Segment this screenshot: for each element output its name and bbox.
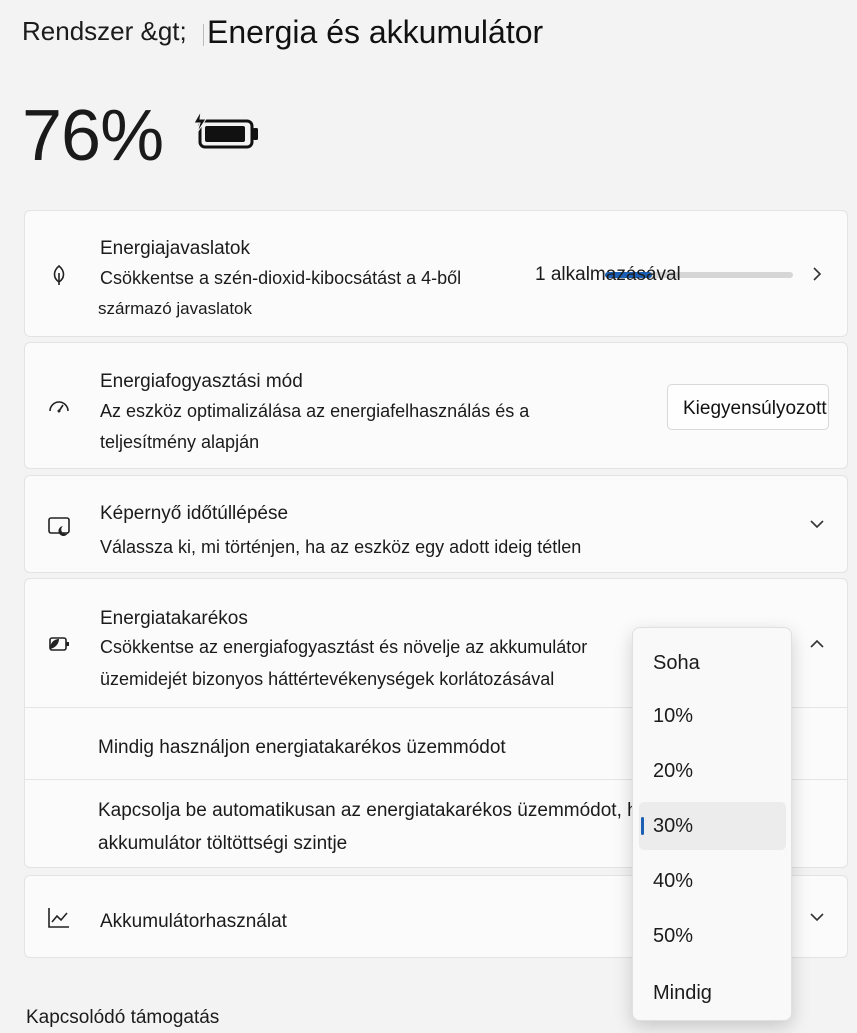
power-mode-title: Energiafogyasztási mód <box>100 371 303 392</box>
battery-saver-icon <box>49 637 69 651</box>
card-power-mode: Energiafogyasztási mód Az eszköz optimal… <box>24 342 848 469</box>
gauge-icon <box>49 401 69 413</box>
option-soha[interactable]: Soha <box>653 652 700 675</box>
chart-icon <box>48 908 69 928</box>
title-separator <box>203 24 204 46</box>
selected-option-indicator <box>641 817 644 835</box>
saver-auto-label-2: akkumulátor töltöttségi szintje <box>98 833 348 854</box>
saver-always-label: Mindig használjon energiatakarékos üzemm… <box>98 737 506 758</box>
saver-desc-1: Csökkentse az energiafogyasztást és növe… <box>100 637 588 657</box>
card-screen-timeout[interactable]: Képernyő időtúllépése Válassza ki, mi tö… <box>24 475 848 573</box>
screen-timeout-title: Képernyő időtúllépése <box>100 503 289 524</box>
recommendations-desc-1: Csökkentse a szén-dioxid-kibocsátást a 4… <box>100 268 462 288</box>
saver-desc-2: üzemidejét bizonyos háttértevékenységek … <box>100 669 555 689</box>
power-mode-desc-1: Az eszköz optimalizálása az energiafelha… <box>100 401 530 421</box>
option-mindig[interactable]: Mindig <box>653 982 712 1005</box>
option-40[interactable]: 40% <box>653 870 693 893</box>
recommendations-desc-2: származó javaslatok <box>98 299 253 318</box>
breadcrumb[interactable]: Rendszer &gt; <box>22 16 187 47</box>
leaf-icon <box>53 264 65 285</box>
recommendations-progress-label: 1 alkalmazásával <box>535 264 681 285</box>
power-mode-desc-2: teljesítmény alapján <box>100 432 260 452</box>
card-recommendations[interactable]: Energiajavaslatok Csökkentse a szén-diox… <box>24 210 848 337</box>
saver-auto-label-1: Kapcsolja be automatikusan az energiatak… <box>98 800 674 821</box>
screen-sleep-icon <box>48 517 70 536</box>
chevron-down-icon[interactable] <box>809 909 825 925</box>
option-20[interactable]: 20% <box>653 760 693 783</box>
screen-timeout-desc: Válassza ki, mi történjen, ha az eszköz … <box>100 537 582 557</box>
usage-title: Akkumulátorhasználat <box>100 911 287 932</box>
battery-level-dropdown: Soha 10% 20% 30% 40% 50% Mindig <box>632 627 792 1021</box>
chevron-down-icon[interactable] <box>809 516 825 532</box>
related-support-heading: Kapcsolódó támogatás <box>26 1007 220 1028</box>
power-mode-dropdown[interactable]: Kiegyensúlyozott <box>667 384 829 430</box>
option-10[interactable]: 10% <box>653 705 693 728</box>
battery-percentage: 76% <box>22 96 164 176</box>
recommendations-title: Energiajavaslatok <box>100 238 250 259</box>
chevron-right-icon[interactable] <box>809 266 825 282</box>
saver-title: Energiatakarékos <box>100 608 248 629</box>
chevron-up-icon[interactable] <box>809 636 825 652</box>
battery-charging-icon <box>193 110 258 149</box>
option-30[interactable]: 30% <box>653 815 693 838</box>
page-title: Energia és akkumulátor <box>207 14 544 50</box>
option-50[interactable]: 50% <box>653 925 693 948</box>
